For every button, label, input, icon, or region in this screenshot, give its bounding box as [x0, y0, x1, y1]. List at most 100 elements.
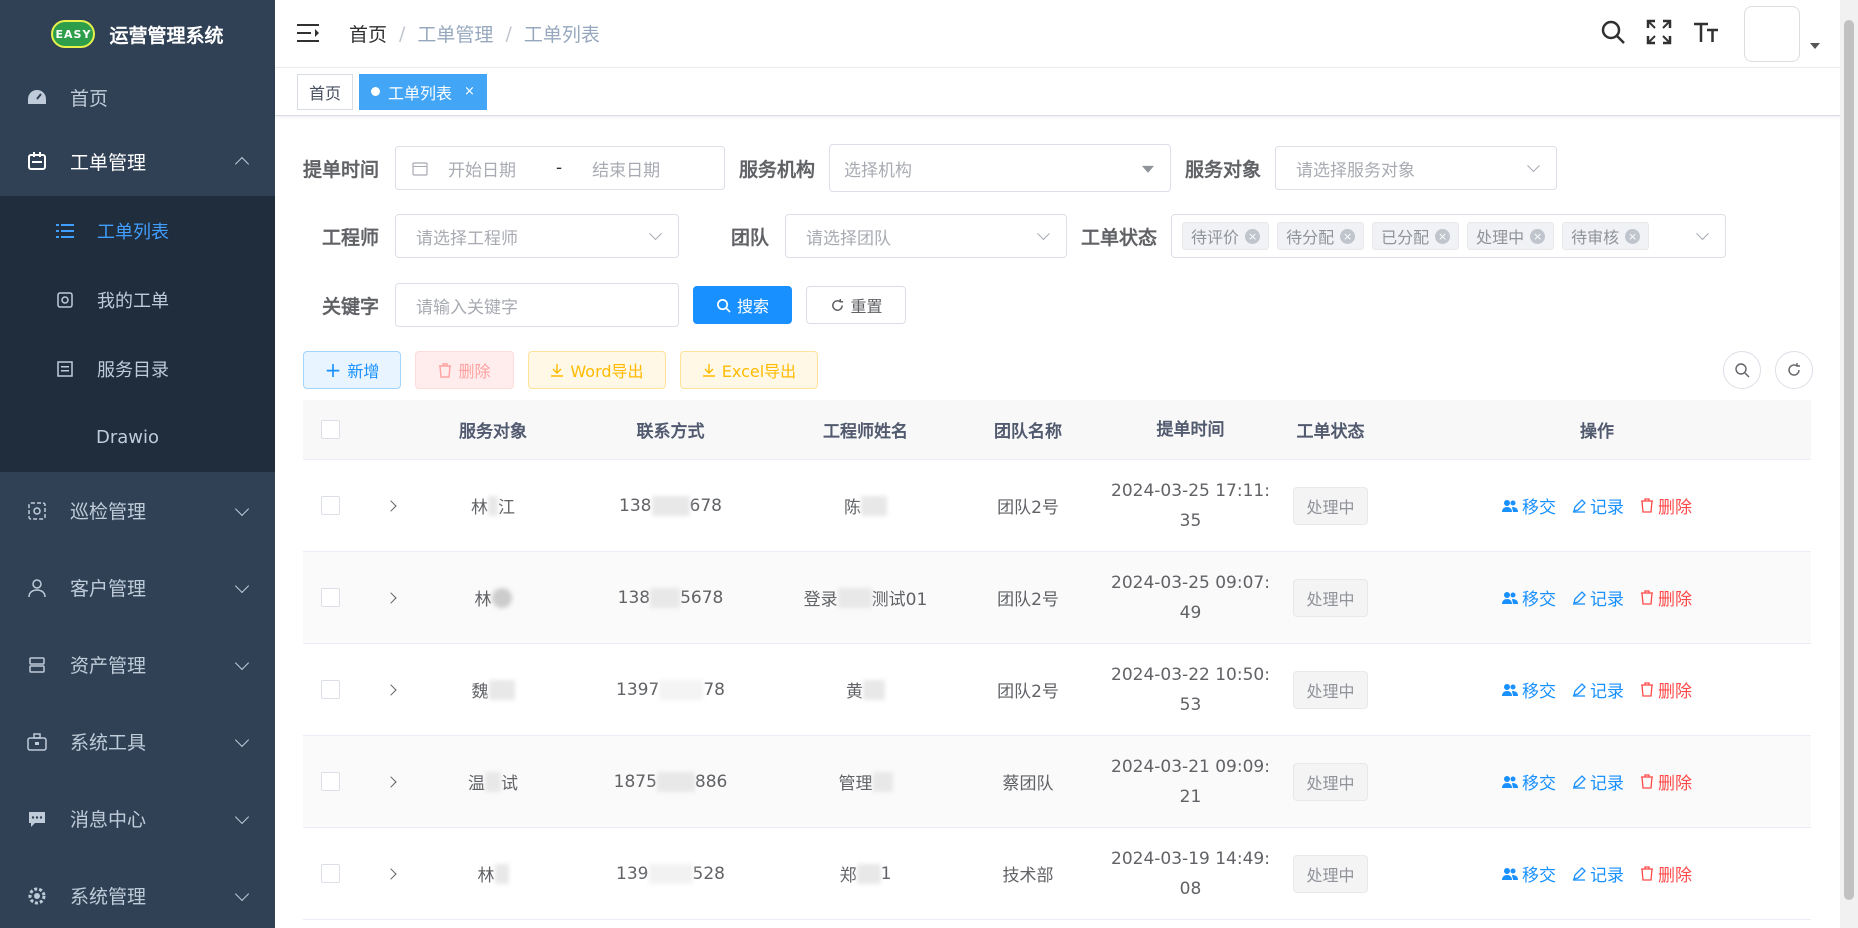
toggle-search-button[interactable]	[1723, 351, 1761, 389]
status-multiselect[interactable]: 待评价 × 待分配 × 已分配 × 处理中 × 待审核 ×	[1171, 214, 1727, 258]
chevron-right-icon[interactable]	[384, 683, 397, 696]
end-date-input[interactable]: 结束日期	[592, 156, 660, 181]
sidebar-item-service-catalog[interactable]: 服务目录	[0, 334, 275, 403]
record-button[interactable]: 记录	[1572, 493, 1624, 518]
add-button[interactable]: + 新增	[303, 351, 401, 389]
excel-export-button[interactable]: Excel导出	[680, 351, 818, 389]
target-select[interactable]: 请选择服务对象	[1275, 146, 1558, 190]
logo-badge: EASY	[51, 20, 96, 48]
search-button[interactable]: 搜索	[693, 286, 793, 324]
row-checkbox[interactable]	[321, 772, 340, 791]
sidebar-item-ticket-list[interactable]: 工单列表	[0, 196, 275, 265]
chevron-down-icon	[234, 501, 250, 516]
cell-status: 处理中	[1278, 670, 1383, 709]
cell-text: 1	[880, 863, 892, 884]
close-circle-icon[interactable]: ×	[1340, 228, 1356, 244]
fullscreen-icon[interactable]	[1646, 19, 1672, 50]
sidebar-item-home[interactable]: 首页	[0, 68, 275, 126]
cell-ops: 移交 记录 删除	[1383, 585, 1811, 610]
sidebar-item-my-tickets[interactable]: 我的工单	[0, 265, 275, 334]
row-checkbox[interactable]	[321, 588, 340, 607]
search-icon	[1735, 363, 1750, 378]
cell-ops: 移交 记录 删除	[1383, 769, 1811, 794]
close-circle-icon[interactable]: ×	[1245, 228, 1261, 244]
sidebar-item-ticket-mgmt[interactable]: 工单管理	[0, 126, 275, 196]
sidebar-item-drawio[interactable]: Drawio	[0, 403, 275, 472]
record-button[interactable]: 记录	[1572, 677, 1624, 702]
cell-text: 5678	[680, 587, 724, 608]
chevron-right-icon[interactable]	[384, 499, 397, 512]
caret-down-icon[interactable]	[1810, 43, 1820, 49]
logo[interactable]: EASY 运营管理系统	[0, 0, 275, 68]
transfer-button[interactable]: 移交	[1502, 769, 1556, 794]
tab-ticket-list[interactable]: 工单列表 ×	[359, 73, 487, 110]
start-date-input[interactable]: 开始日期	[448, 156, 516, 181]
chevron-right-icon[interactable]	[384, 591, 397, 604]
scrollbar-thumb[interactable]	[1844, 20, 1854, 900]
cell-obj: 林	[423, 585, 563, 610]
header-time: 提单时间	[1156, 419, 1225, 440]
row-delete-button[interactable]: 删除	[1640, 677, 1692, 702]
row-delete-button[interactable]: 删除	[1640, 493, 1692, 518]
chevron-down-icon	[234, 809, 250, 824]
close-circle-icon[interactable]: ×	[1530, 228, 1546, 244]
cell-team: 团队2号	[997, 682, 1059, 702]
row-checkbox-cell	[303, 680, 358, 699]
record-button[interactable]: 记录	[1572, 769, 1624, 794]
row-delete-button[interactable]: 删除	[1640, 769, 1692, 794]
chevron-down-icon	[234, 655, 250, 670]
status-tag-processing: 处理中 ×	[1467, 222, 1555, 250]
refresh-table-button[interactable]	[1775, 351, 1813, 389]
sidebar-item-system[interactable]: 系统管理	[0, 857, 275, 928]
refresh-icon	[831, 298, 843, 311]
word-export-button[interactable]: Word导出	[528, 351, 666, 389]
chevron-down-icon	[1527, 159, 1540, 173]
sidebar-item-asset[interactable]: 资产管理	[0, 626, 275, 703]
cell-ops: 移交 记录 删除	[1383, 493, 1811, 518]
edit-icon	[1573, 866, 1586, 881]
row-checkbox[interactable]	[321, 496, 340, 515]
sidebar-item-customer[interactable]: 客户管理	[0, 549, 275, 626]
users-icon	[1502, 499, 1518, 512]
hamburger-icon[interactable]	[297, 22, 321, 46]
record-button[interactable]: 记录	[1572, 861, 1624, 886]
transfer-button[interactable]: 移交	[1502, 861, 1556, 886]
team-select[interactable]: 请选择团队	[785, 214, 1068, 258]
server-icon	[26, 654, 48, 676]
tab-home[interactable]: 首页	[297, 73, 354, 110]
redacted-mask	[648, 863, 693, 884]
row-delete-button[interactable]: 删除	[1640, 585, 1692, 610]
breadcrumb-home[interactable]: 首页	[349, 20, 387, 47]
org-select[interactable]: 选择机构	[829, 144, 1172, 192]
chevron-right-icon[interactable]	[384, 775, 397, 788]
row-checkbox[interactable]	[321, 680, 340, 699]
row-delete-button[interactable]: 删除	[1640, 861, 1692, 886]
table-header: 服务对象 联系方式 工程师姓名 团队名称 提单时间 工单状态 操作	[303, 400, 1811, 460]
close-icon[interactable]: ×	[464, 84, 475, 99]
avatar[interactable]	[1744, 6, 1800, 62]
sidebar-item-message[interactable]: 消息中心	[0, 780, 275, 857]
record-button[interactable]: 记录	[1572, 585, 1624, 610]
date-range-picker[interactable]: 开始日期 - 结束日期	[395, 146, 726, 190]
target-placeholder: 请选择服务对象	[1296, 160, 1416, 181]
engineer-select[interactable]: 请选择工程师	[395, 214, 680, 258]
font-size-icon[interactable]	[1692, 19, 1720, 50]
add-button-label: 新增	[347, 362, 380, 381]
page-scrollbar[interactable]	[1840, 0, 1858, 928]
transfer-button[interactable]: 移交	[1502, 585, 1556, 610]
search-icon[interactable]	[1600, 19, 1626, 50]
transfer-button[interactable]: 移交	[1502, 677, 1556, 702]
caret-down-icon	[1142, 165, 1155, 173]
transfer-button[interactable]: 移交	[1502, 493, 1556, 518]
delete-button[interactable]: 删除	[415, 351, 514, 389]
close-circle-icon[interactable]: ×	[1435, 228, 1451, 244]
sidebar-item-tools[interactable]: 系统工具	[0, 703, 275, 780]
sidebar-item-inspection[interactable]: 巡检管理	[0, 472, 275, 549]
cell-engineer: 陈	[778, 493, 953, 518]
row-checkbox[interactable]	[321, 864, 340, 883]
select-all-checkbox[interactable]	[321, 420, 340, 439]
keyword-input[interactable]: 请输入关键字	[395, 283, 680, 327]
chevron-right-icon[interactable]	[384, 867, 397, 880]
close-circle-icon[interactable]: ×	[1625, 228, 1641, 244]
reset-button[interactable]: 重置	[806, 286, 907, 324]
